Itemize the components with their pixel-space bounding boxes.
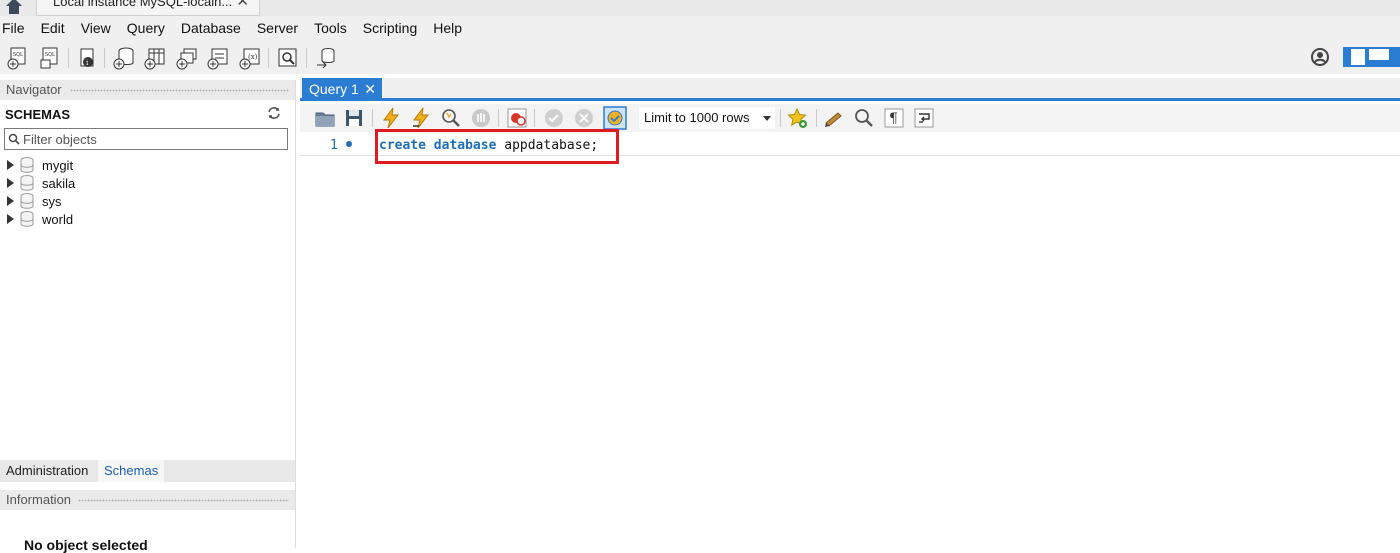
panel-grip[interactable] [70,89,289,92]
toggle-secondary-sidebar-icon[interactable] [1391,47,1400,67]
save-icon[interactable] [343,107,365,129]
inspector-icon[interactable]: i [76,46,100,70]
database-icon [20,211,34,227]
toggle-sidebar-icon[interactable] [1343,47,1367,67]
annotation-highlight-box [375,129,619,164]
wrap-lines-icon[interactable] [913,107,935,129]
tab-administration[interactable]: Administration [0,460,94,482]
toggle-output-panel-icon[interactable] [1367,47,1391,67]
limit-rows-select[interactable]: Limit to 1000 rows [639,107,775,129]
filter-objects-field[interactable] [4,128,288,150]
navigator-bottom-tabs: Administration Schemas [0,460,295,482]
commit-icon[interactable] [543,107,565,129]
beautify-icon[interactable] [823,107,845,129]
main-toolbar: SQL SQL i (x) [0,40,1400,74]
sql-editor-area: Query 1 ✕ Limit to 1000 rows ¶ 1 create … [300,78,1400,548]
schema-name: sakila [42,175,76,191]
create-function-icon[interactable]: (x) [238,46,262,70]
open-sql-script-icon[interactable]: SQL [38,46,62,70]
navigator-panel: Navigator SCHEMAS mygit sakila [0,80,296,553]
menu-server[interactable]: Server [257,20,306,36]
svg-text:¶: ¶ [889,111,898,127]
editor-toolbar: Limit to 1000 rows ¶ [300,104,1400,132]
menu-bar: File Edit View Query Database Server Too… [0,16,1400,40]
expand-arrow-icon[interactable] [7,160,14,170]
schema-tree: mygit sakila sys world [0,156,290,228]
title-bar: Local instance MySQL-localh... ✕ [0,0,1400,16]
open-file-icon[interactable] [314,107,336,129]
menu-tools[interactable]: Tools [314,20,355,36]
menu-database[interactable]: Database [181,20,249,36]
line-number: 1 [330,138,338,153]
tab-schemas[interactable]: Schemas [98,460,165,482]
database-icon [20,175,34,191]
menu-view[interactable]: View [81,20,119,36]
filter-objects-input[interactable] [23,131,285,147]
no-object-message: No object selected [24,537,148,553]
refresh-icon[interactable] [267,106,281,120]
rollback-icon[interactable] [573,107,595,129]
find-replace-icon[interactable] [853,107,875,129]
schema-name: world [42,211,74,227]
schema-item-sakila[interactable]: sakila [0,174,290,192]
limit-rows-value: Limit to 1000 rows [644,110,750,125]
menu-help[interactable]: Help [433,20,470,36]
database-icon [20,193,34,209]
connection-tab[interactable]: Local instance MySQL-localh... ✕ [36,0,260,16]
information-header: Information [0,490,295,510]
add-snippet-icon[interactable] [787,107,809,129]
new-sql-tab-icon[interactable]: SQL [6,46,30,70]
tab-query-1[interactable]: Query 1 ✕ [302,78,382,101]
query-tab-label: Query 1 [309,81,359,97]
reconnect-icon[interactable] [314,46,338,70]
svg-text:SQL: SQL [13,52,23,58]
home-icon[interactable] [4,0,24,14]
explain-icon[interactable] [440,107,462,129]
close-icon[interactable]: ✕ [236,0,249,10]
execute-current-statement-icon[interactable] [410,107,432,129]
create-view-icon[interactable] [175,46,199,70]
chevron-down-icon[interactable] [763,116,771,121]
schema-item-world[interactable]: world [0,210,290,228]
create-table-icon[interactable] [143,46,167,70]
navigator-header: Navigator [0,80,295,100]
navigator-title: Navigator [6,82,62,97]
schema-name: sys [42,193,62,209]
execute-icon[interactable] [380,107,402,129]
expand-arrow-icon[interactable] [7,178,14,188]
menu-edit[interactable]: Edit [41,20,73,36]
auto-commit-icon[interactable] [603,106,627,130]
mysql-logo-icon[interactable] [1310,47,1330,67]
menu-scripting[interactable]: Scripting [363,20,425,36]
panel-grip[interactable] [78,499,289,502]
database-icon [20,157,34,173]
schema-item-sys[interactable]: sys [0,192,290,210]
expand-arrow-icon[interactable] [7,214,14,224]
connection-tab-label: Local instance MySQL-localh... [53,0,233,9]
svg-text:SQL: SQL [45,52,55,58]
toggle-continue-on-error-icon[interactable] [506,107,528,129]
create-schema-icon[interactable] [112,46,136,70]
create-procedure-icon[interactable] [206,46,230,70]
menu-query[interactable]: Query [127,20,173,36]
menu-file[interactable]: File [2,20,33,36]
schemas-title: SCHEMAS [5,107,71,122]
expand-arrow-icon[interactable] [7,196,14,206]
invisible-characters-icon[interactable]: ¶ [883,107,905,129]
stop-icon[interactable] [470,107,492,129]
svg-text:(x): (x) [248,53,258,61]
statement-marker-icon [346,141,352,147]
information-title: Information [6,492,72,507]
close-icon[interactable]: ✕ [364,78,376,100]
query-tab-strip: Query 1 ✕ [300,78,1400,101]
search-table-data-icon[interactable] [276,46,300,70]
schema-item-mygit[interactable]: mygit [0,156,290,174]
schema-name: mygit [42,157,74,173]
search-icon [8,133,20,145]
